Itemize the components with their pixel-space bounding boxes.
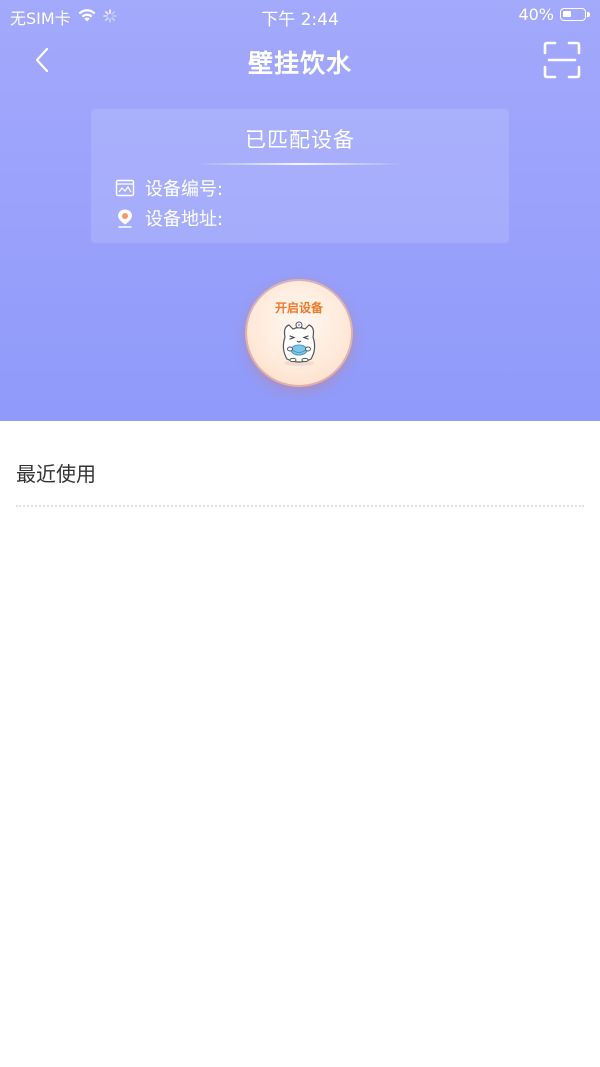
device-id-label: 设备编号: bbox=[145, 179, 224, 200]
start-device-button[interactable]: 开启设备 bbox=[247, 281, 351, 385]
battery-percent: 40% bbox=[518, 5, 554, 24]
recent-usage-divider bbox=[16, 505, 584, 507]
scan-icon bbox=[543, 41, 581, 83]
page-title: 壁挂饮水 bbox=[247, 49, 352, 78]
card-divider bbox=[196, 163, 404, 165]
status-bar: 无SIM卡 下午 2:44 40% bbox=[0, 0, 600, 30]
device-id-icon bbox=[115, 178, 135, 198]
start-device-label: 开启设备 bbox=[274, 301, 323, 315]
card-title: 已匹配设备 bbox=[245, 128, 355, 152]
recent-usage-title: 最近使用 bbox=[16, 462, 96, 486]
status-bar-right: 40% bbox=[518, 5, 590, 24]
hamster-mascot-icon bbox=[277, 319, 321, 367]
device-address-label: 设备地址: bbox=[145, 209, 224, 230]
matched-device-card: 已匹配设备 设备编号: 设备地址: bbox=[91, 109, 509, 243]
status-time: 下午 2:44 bbox=[261, 10, 339, 30]
location-pin-icon bbox=[115, 208, 135, 228]
battery-level-fill bbox=[563, 11, 571, 17]
battery-icon bbox=[560, 8, 590, 21]
scan-button[interactable] bbox=[540, 40, 584, 84]
device-address-row: 设备地址: bbox=[115, 205, 223, 231]
device-id-row: 设备编号: bbox=[115, 175, 223, 201]
navigation-bar: 壁挂饮水 bbox=[0, 30, 600, 94]
